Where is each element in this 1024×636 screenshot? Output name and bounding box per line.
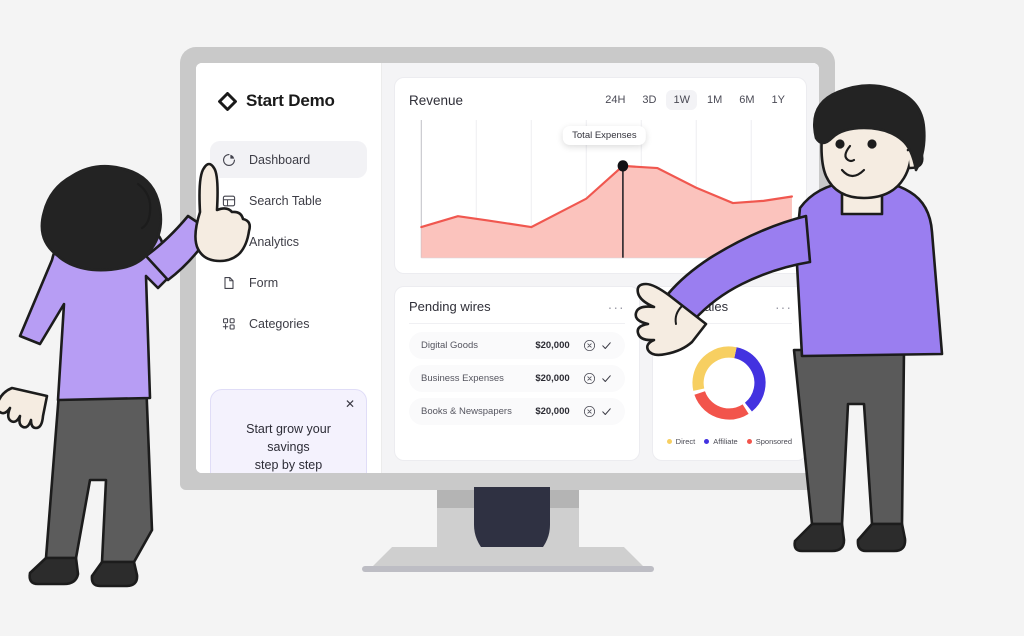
woman-shoe-left (28, 556, 80, 586)
x-circle-icon[interactable] (583, 339, 596, 352)
woman-shoe-right (90, 560, 139, 588)
check-icon[interactable] (600, 339, 613, 352)
woman-pointing-hand (194, 162, 252, 263)
woman-hair (40, 164, 163, 272)
wire-amount: $20,000 (535, 406, 570, 417)
chart-marker-dot (617, 160, 629, 172)
man-eye-right (867, 139, 877, 149)
pending-wires-list: Digital Goods $20,000 Business Expenses … (409, 332, 625, 425)
check-icon[interactable] (600, 405, 613, 418)
revenue-title: Revenue (409, 92, 464, 108)
illustration-scene: Start Demo Dashboard Search Table Analyt… (0, 0, 1024, 636)
pending-wires-title: Pending wires (409, 299, 491, 314)
illustration-woman (0, 150, 264, 620)
wire-amount: $20,000 (535, 340, 570, 351)
man-shoe-left (793, 522, 846, 553)
chart-tooltip: Total Expenses (563, 126, 646, 145)
ellipsis-icon[interactable]: ··· (608, 300, 625, 314)
man-svg (634, 84, 944, 553)
wire-name: Digital Goods (421, 340, 479, 351)
check-icon[interactable] (600, 372, 613, 385)
diamond-outline-icon (218, 91, 237, 111)
man-shoe-right (856, 522, 907, 553)
brand-name: Start Demo (246, 91, 335, 110)
list-item[interactable]: Digital Goods $20,000 (409, 332, 625, 359)
wire-name: Business Expenses (421, 373, 504, 384)
illustration-man (634, 84, 966, 608)
woman-svg (0, 162, 252, 588)
man-eye-left (835, 139, 845, 149)
wire-name: Books & Newspapers (421, 406, 512, 417)
man-legs (792, 348, 906, 526)
woman-legs (44, 378, 154, 564)
list-item[interactable]: Books & Newspapers $20,000 (409, 398, 625, 425)
range-24h[interactable]: 24H (598, 90, 632, 110)
pending-wires-card: Pending wires ··· Digital Goods $20,000 (394, 286, 640, 461)
pending-wires-header: Pending wires ··· (409, 299, 625, 324)
list-item[interactable]: Business Expenses $20,000 (409, 365, 625, 392)
close-icon[interactable]: ✕ (345, 398, 355, 410)
x-circle-icon[interactable] (583, 405, 596, 418)
man-extended-arm (666, 214, 812, 322)
monitor-stand-base-shadow (362, 566, 654, 572)
x-circle-icon[interactable] (583, 372, 596, 385)
woman-left-hand (0, 386, 49, 430)
brand: Start Demo (210, 85, 367, 111)
wire-amount: $20,000 (535, 373, 570, 384)
